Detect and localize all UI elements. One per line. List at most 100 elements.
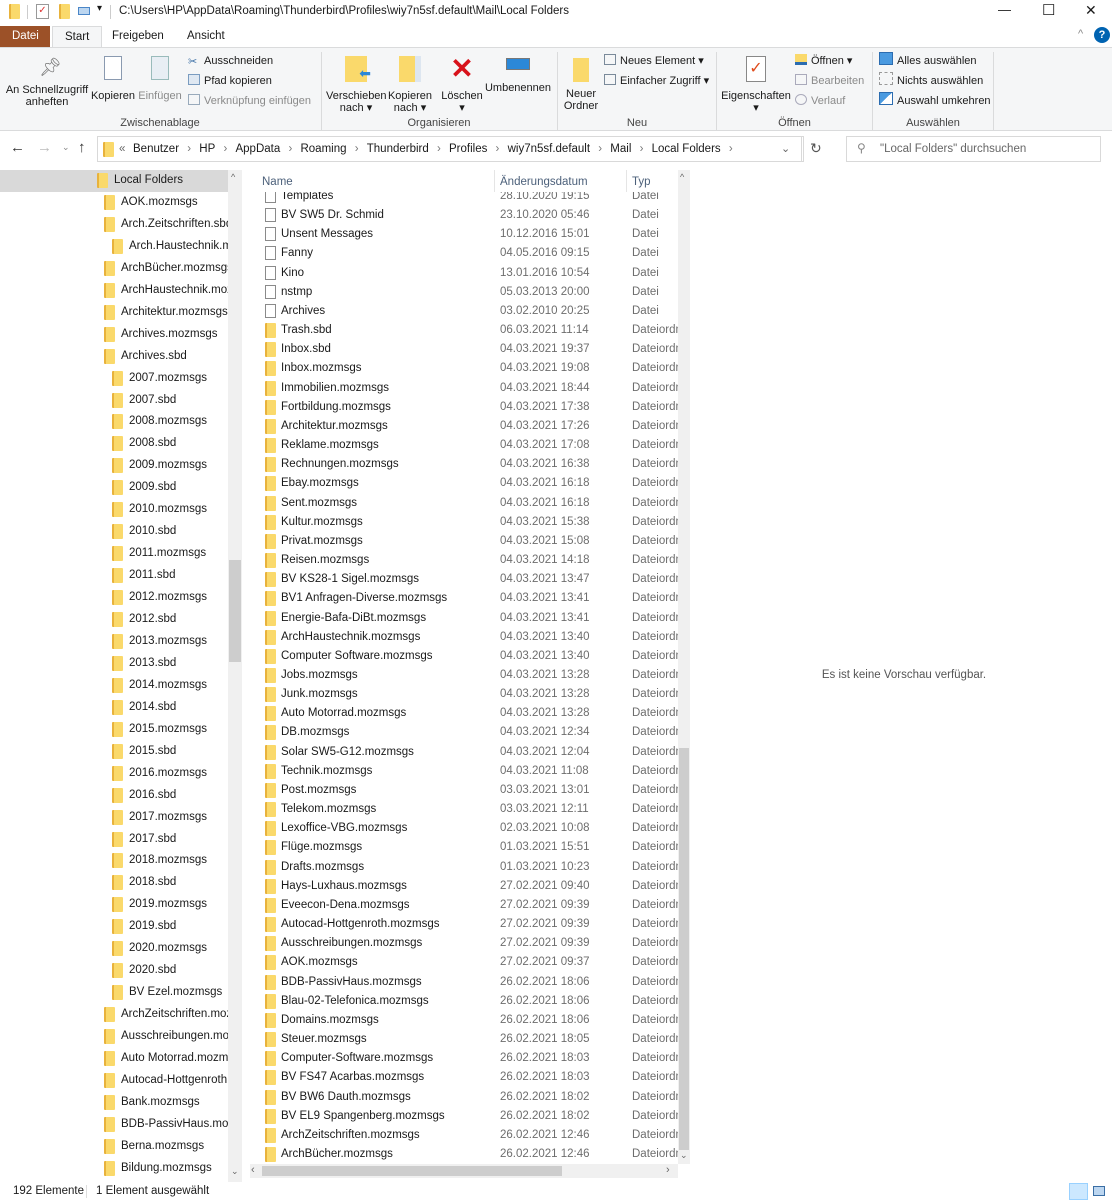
easy-access-button[interactable]: Einfacher Zugriff ▾ [604,71,709,91]
file-row[interactable]: Hays-Luxhaus.mozmsgs 27.02.2021 09:40 Date… [250,877,678,896]
copy-button[interactable]: Kopieren [90,56,136,102]
move-to-button[interactable]: ⬅ Verschieben nach ▾ [326,56,387,114]
nav-item[interactable]: 2019.sbd [0,916,228,938]
file-row[interactable]: BV EL9 Spangenberg.mozmsgs 26.02.2021 18:… [250,1107,678,1126]
file-row[interactable]: Architektur.mozmsgs 04.03.2021 17:26 Datei… [250,417,678,436]
nav-item[interactable]: Auto Motorrad.mozmsgs [0,1048,228,1070]
column-header-name[interactable]: Name [262,176,293,188]
file-row[interactable]: BV KS28-1 Sigel.mozmsgs 04.03.2021 13:47 D… [250,570,678,589]
file-row[interactable]: Inbox.mozmsgs 04.03.2021 19:08 Dateiordner [250,359,678,378]
nav-item[interactable]: Arch.Zeitschriften.sbd [0,214,228,236]
copy-path-button[interactable]: Pfad kopieren [188,71,272,91]
breadcrumb-item[interactable]: wiy7n5sf.default [508,143,590,155]
pin-quick-access-button[interactable]: 📌︎ An Schnellzugriff anheften [4,58,90,108]
nav-item[interactable]: 2012.mozmsgs [0,587,228,609]
file-row[interactable]: Ebay.mozmsgs 04.03.2021 16:18 Dateiordner [250,474,678,493]
nav-item[interactable]: ArchBücher.mozmsgs [0,258,228,280]
breadcrumb-chevron-icon[interactable]: › [721,143,738,155]
scroll-left-icon[interactable]: ‹ [251,1164,255,1176]
nav-item[interactable]: 2019.mozmsgs [0,894,228,916]
file-row[interactable]: ArchBücher.mozmsgs 26.02.2021 12:46 Dateio… [250,1145,678,1164]
file-row[interactable]: Steuer.mozmsgs 26.02.2021 18:05 Dateiordne… [250,1030,678,1049]
nav-item[interactable]: Architektur.mozmsgs [0,302,228,324]
nav-item[interactable]: Autocad-Hottgenroth.mozmsgs [0,1070,228,1092]
list-horizontal-scrollbar[interactable]: ‹ › [250,1164,678,1178]
paste-button[interactable]: Einfügen [137,56,183,102]
column-header-date[interactable]: Änderungsdatum [500,176,588,188]
file-row[interactable]: Trash.sbd 06.03.2021 11:14 Dateiordner [250,321,678,340]
nav-item[interactable]: 2014.sbd [0,697,228,719]
scroll-down-icon[interactable]: ⌄ [231,1166,239,1177]
nav-item[interactable]: 2010.mozmsgs [0,499,228,521]
close-button[interactable]: ✕ [1085,2,1097,19]
nav-item[interactable]: Archives.sbd [0,346,228,368]
history-button[interactable]: Verlauf [795,91,845,111]
list-vertical-scrollbar-thumb[interactable] [679,748,689,1150]
address-dropdown-icon[interactable]: ⌄ [781,142,790,155]
breadcrumb-chevron-icon[interactable]: › [487,143,507,155]
nav-item[interactable]: 2011.mozmsgs [0,543,228,565]
file-row[interactable]: Autocad-Hottgenroth.mozmsgs 27.02.2021 09… [250,915,678,934]
collapse-ribbon-icon[interactable]: ^ [1078,28,1083,40]
nav-item[interactable]: 2007.mozmsgs [0,368,228,390]
file-row[interactable]: Fortbildung.mozmsgs 04.03.2021 17:38 Datei… [250,398,678,417]
file-row[interactable]: Lexoffice-VBG.mozmsgs 02.03.2021 10:08 Dat… [250,819,678,838]
file-row[interactable]: Sent.mozmsgs 04.03.2021 16:18 Dateiordner [250,494,678,513]
nav-item[interactable]: 2014.mozmsgs [0,675,228,697]
refresh-button[interactable]: ↻ [810,140,822,157]
file-row[interactable]: Telekom.mozmsgs 03.03.2021 12:11 Dateiordn… [250,800,678,819]
up-button[interactable]: ↑ [78,139,86,156]
file-row[interactable]: ArchZeitschriften.mozmsgs 26.02.2021 12:4… [250,1126,678,1145]
delete-button[interactable]: ✕ Löschen ▾ [440,54,484,115]
back-button[interactable]: ← [10,139,25,156]
minimize-button[interactable]: — [998,2,1011,17]
file-row[interactable]: nstmp 05.03.2013 20:00 Datei [250,283,678,302]
file-row[interactable]: Fanny 04.05.2016 09:15 Datei [250,244,678,263]
scroll-up-icon[interactable]: ^ [231,172,235,182]
nav-item[interactable]: 2013.sbd [0,653,228,675]
nav-item[interactable]: ArchHaustechnik.mozmsgs [0,280,228,302]
breadcrumb-chevron-icon[interactable]: › [215,143,235,155]
breadcrumb-chevron-icon[interactable]: › [590,143,610,155]
nav-item[interactable]: 2016.sbd [0,785,228,807]
nav-item[interactable]: 2009.sbd [0,477,228,499]
invert-selection-button[interactable]: Auswahl umkehren [879,91,991,111]
breadcrumb-chevron-icon[interactable]: › [179,143,199,155]
file-row[interactable]: BDB-PassivHaus.mozmsgs 26.02.2021 18:06 Da… [250,973,678,992]
edit-button[interactable]: Bearbeiten [795,71,864,91]
file-row[interactable]: Eveecon-Dena.mozmsgs 27.02.2021 09:39 Date… [250,896,678,915]
forward-button[interactable]: → [37,139,52,156]
nav-scrollbar[interactable]: ^ ⌄ [228,170,242,1182]
divider[interactable] [626,170,627,192]
new-folder-button[interactable]: Neuer Ordner [560,58,602,112]
nav-item[interactable]: Bank.mozmsgs [0,1092,228,1114]
nav-item[interactable]: Ausschreibungen.mozmsgs [0,1026,228,1048]
nav-item[interactable]: 2017.mozmsgs [0,807,228,829]
list-horizontal-scrollbar-thumb[interactable] [262,1166,562,1176]
breadcrumb-item[interactable]: Local Folders [652,143,721,155]
column-header-type[interactable]: Typ [632,176,651,188]
divider[interactable] [494,170,495,192]
new-folder-quick-icon[interactable] [59,4,70,19]
file-row[interactable]: BV SW5 Dr. Schmid 23.10.2020 05:46 Datei [250,206,678,225]
breadcrumb-item[interactable]: HP [199,143,215,155]
file-row[interactable]: Unsent Messages 10.12.2016 15:01 Datei [250,225,678,244]
customize-quick-access-icon[interactable]: ▾ [97,3,102,14]
nav-item[interactable]: 2009.mozmsgs [0,455,228,477]
file-row[interactable]: Flüge.mozmsgs 01.03.2021 15:51 Dateiordner [250,838,678,857]
nav-item[interactable]: 2020.mozmsgs [0,938,228,960]
breadcrumb-item[interactable]: Thunderbird [367,143,429,155]
new-item-button[interactable]: Neues Element ▾ [604,51,704,71]
file-row[interactable]: Reklame.mozmsgs 04.03.2021 17:08 Dateiordn… [250,436,678,455]
help-icon[interactable]: ? [1094,27,1110,43]
paste-shortcut-button[interactable]: Verknüpfung einfügen [188,91,311,111]
file-row[interactable]: Templates 28.10.2020 19:15 Datei [250,192,678,206]
address-bar[interactable]: « Benutzer › HP › AppData › Roaming › Th… [97,136,804,162]
file-row[interactable]: Kino 13.01.2016 10:54 Datei [250,264,678,283]
breadcrumb-chevron-icon[interactable]: › [429,143,449,155]
nav-item[interactable]: 2015.mozmsgs [0,719,228,741]
file-row[interactable]: Ausschreibungen.mozmsgs 27.02.2021 09:39 D… [250,934,678,953]
tab-datei[interactable]: Datei [0,26,50,47]
nav-item[interactable]: AOK.mozmsgs [0,192,228,214]
breadcrumb-item[interactable]: Benutzer [133,143,179,155]
